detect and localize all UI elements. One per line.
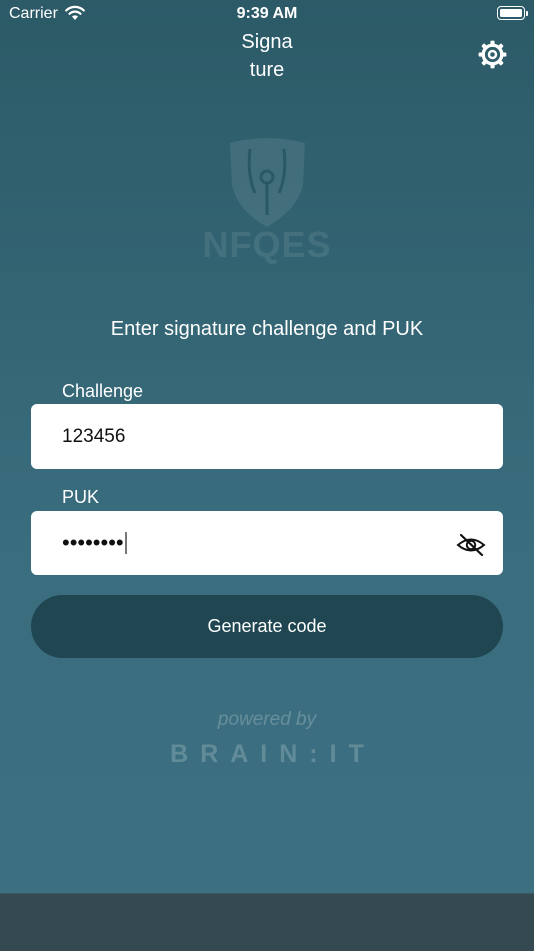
page-title: Signa ture <box>220 28 314 84</box>
brand-logo-text: BRAIN:IT <box>170 740 376 768</box>
puk-input[interactable]: •••••••• <box>31 511 503 575</box>
status-bar: Carrier 9:39 AM <box>0 0 534 28</box>
challenge-input[interactable]: 123456 <box>31 404 503 469</box>
page-title-line-2: ture <box>249 59 285 81</box>
logo-text: NFQES <box>202 224 332 265</box>
powered-by-text: powered by <box>217 709 317 730</box>
challenge-value: 123456 <box>62 425 126 447</box>
eye-slash-icon[interactable] <box>456 533 486 557</box>
status-time: 9:39 AM <box>236 5 298 22</box>
puk-label: PUK <box>62 487 100 507</box>
page-title-line-1: Signa <box>241 31 293 53</box>
instruction-text: Enter signature challenge and PUK <box>110 318 424 340</box>
puk-masked-value: •••••••• <box>62 530 124 555</box>
text-caret <box>124 532 127 554</box>
challenge-label: Challenge <box>62 381 144 401</box>
generate-code-button[interactable]: Generate code <box>31 595 503 658</box>
bottom-bar <box>0 893 534 951</box>
gear-icon[interactable] <box>476 38 509 71</box>
battery-icon <box>497 6 528 20</box>
